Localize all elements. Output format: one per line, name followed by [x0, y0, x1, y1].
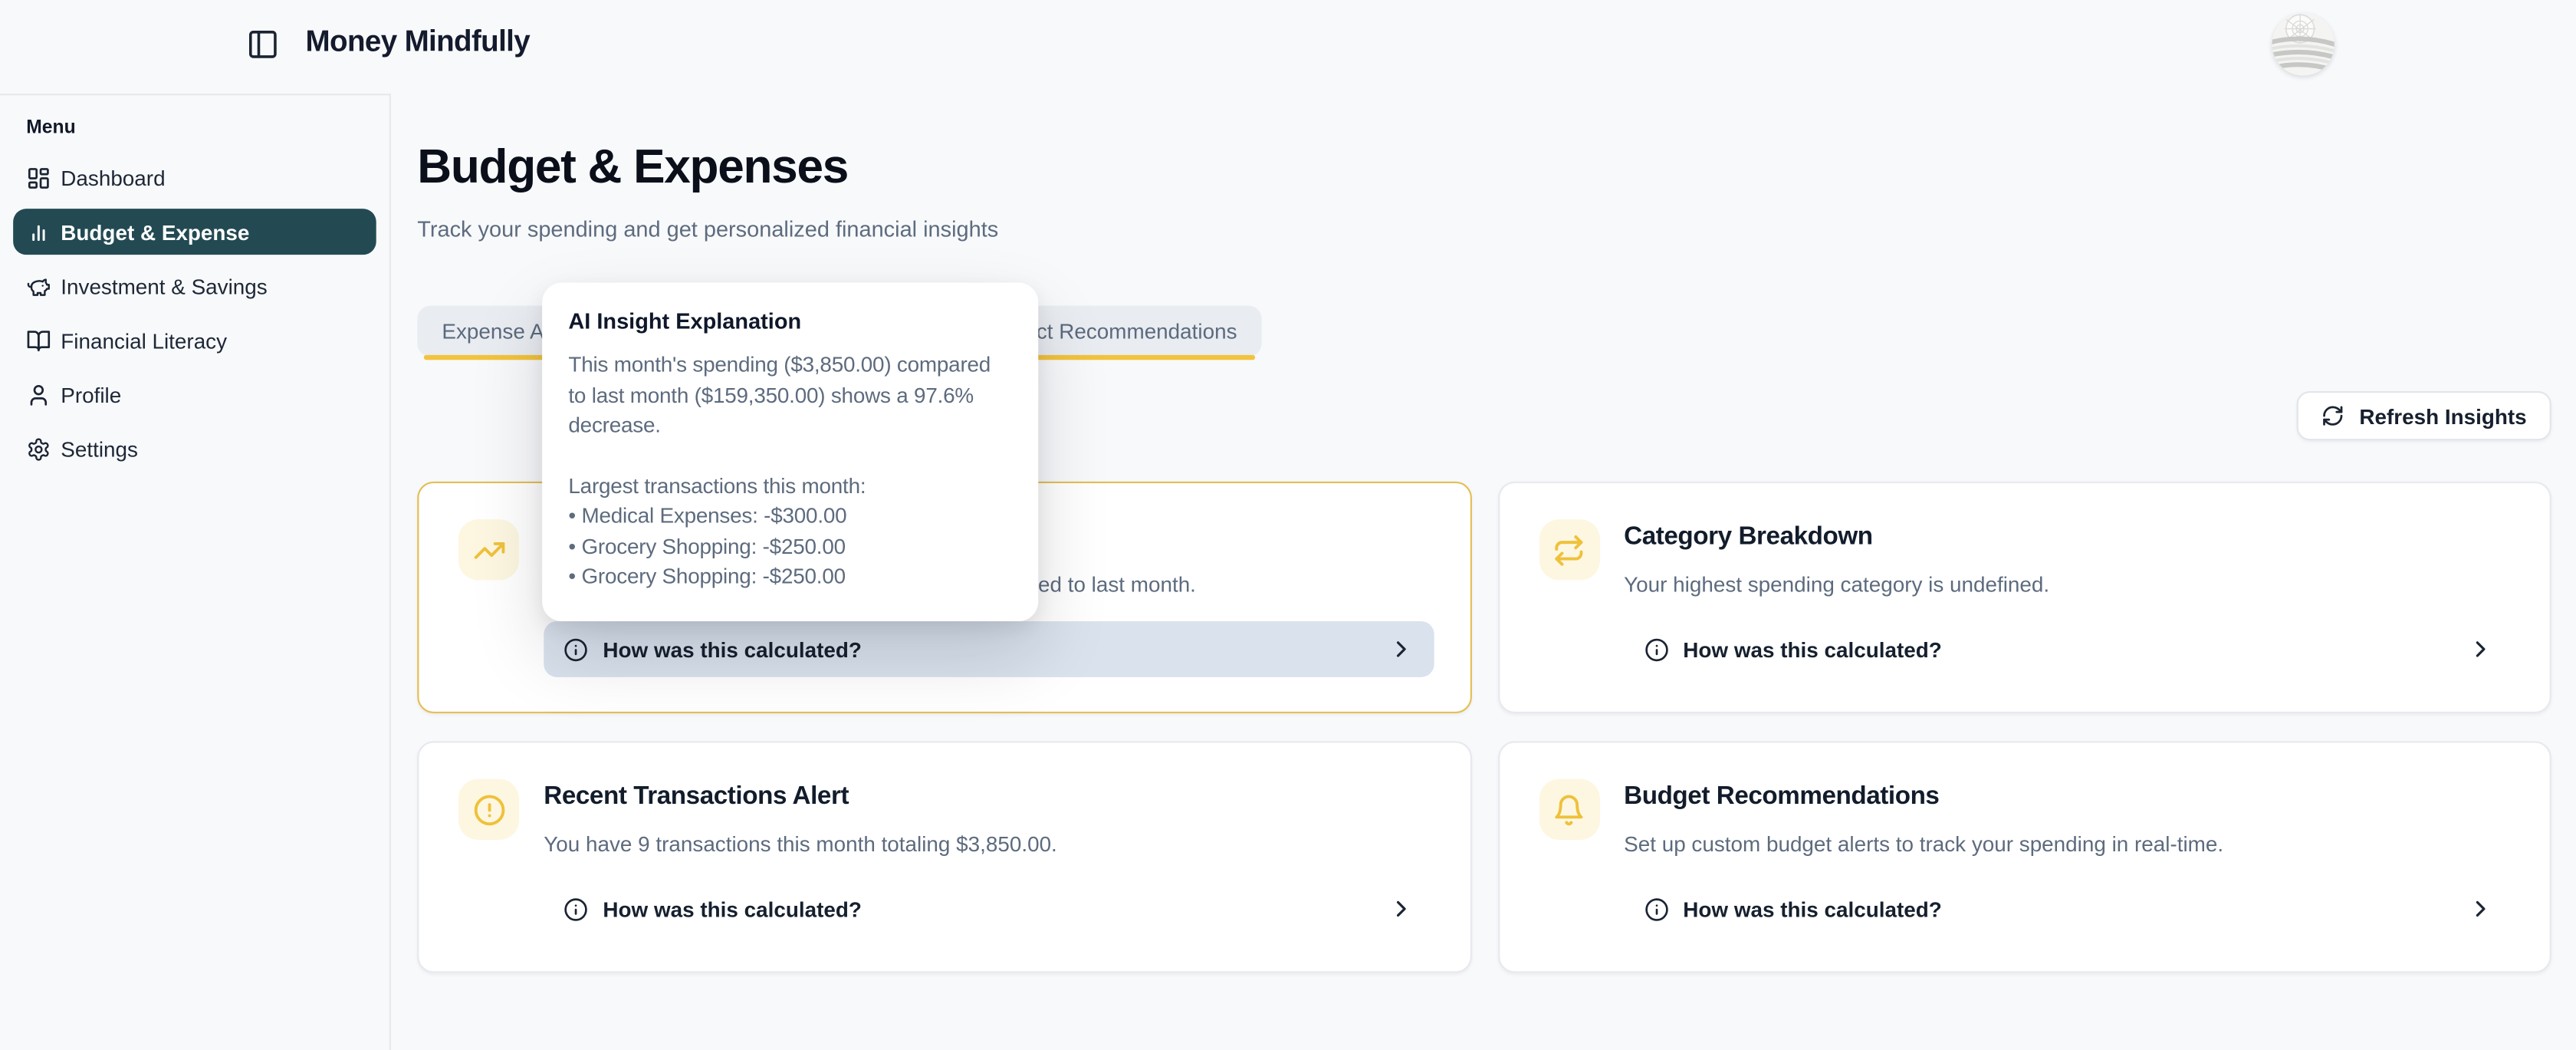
card-body-text: Set up custom budget alerts to track you…: [1624, 830, 2513, 857]
sidebar-item-dashboard[interactable]: Dashboard: [13, 154, 376, 200]
book-open-icon: [26, 328, 51, 352]
sidebar-menu-label: Menu: [26, 118, 376, 138]
how-calculated-label: How was this calculated?: [1683, 637, 1941, 661]
sidebar-item-settings[interactable]: Settings: [13, 426, 376, 472]
bar-chart-icon: [26, 219, 51, 244]
sidebar-item-budget-expense[interactable]: Budget & Expense: [13, 209, 376, 255]
sidebar-item-label: Budget & Expense: [61, 219, 249, 244]
card-recent-transactions-alert: Recent Transactions Alert You have 9 tra…: [417, 741, 1471, 973]
how-calculated-label: How was this calculated?: [1683, 897, 1941, 921]
icon-chip: [458, 519, 519, 580]
info-icon: [1644, 897, 1668, 921]
ai-insight-popup-title: AI Insight Explanation: [568, 308, 1012, 335]
piggy-bank-icon: [26, 274, 51, 298]
card-title: Category Breakdown: [1624, 519, 2513, 554]
sidebar-item-profile[interactable]: Profile: [13, 371, 376, 417]
ai-insight-popup: AI Insight Explanation This month's spen…: [542, 283, 1038, 621]
how-calculated-row[interactable]: How was this calculated?: [544, 621, 1433, 677]
bell-icon: [1552, 793, 1585, 826]
how-calculated-label: How was this calculated?: [603, 897, 861, 921]
ai-insight-list-item: • Grocery Shopping: -$250.00: [568, 532, 1012, 562]
app-title: Money Mindfully: [306, 25, 530, 59]
avatar-image: [2272, 13, 2334, 75]
chevron-right-icon: [2467, 896, 2493, 922]
user-icon: [26, 382, 51, 407]
refresh-insights-button[interactable]: Refresh Insights: [2297, 391, 2551, 440]
top-header: Money Mindfully: [0, 0, 2576, 94]
card-title: Budget Recommendations: [1624, 779, 2513, 814]
alert-circle-icon: [472, 793, 505, 826]
trending-up-icon: [472, 533, 505, 566]
how-calculated-row[interactable]: How was this calculated?: [544, 881, 1433, 937]
panel-left-icon: [246, 28, 279, 61]
how-calculated-row[interactable]: How was this calculated?: [1624, 881, 2513, 937]
ai-insight-transaction-list: Largest transactions this month: • Medic…: [568, 471, 1012, 593]
user-avatar[interactable]: [2272, 13, 2334, 75]
sidebar-toggle-button[interactable]: [246, 28, 279, 61]
repeat-icon: [1552, 533, 1585, 566]
sidebar: Menu Dashboard Budget & Expense: [0, 94, 391, 1050]
ai-insight-list-item: • Grocery Shopping: -$250.00: [568, 562, 1012, 593]
sidebar-item-label: Settings: [61, 436, 138, 461]
ai-insight-paragraph: This month's spending ($3,850.00) compar…: [568, 350, 1012, 441]
info-icon: [564, 637, 588, 661]
how-calculated-label: How was this calculated?: [603, 637, 861, 661]
sidebar-item-label: Financial Literacy: [61, 328, 227, 352]
sidebar-item-label: Dashboard: [61, 165, 165, 189]
ai-insight-list-item: • Medical Expenses: -$300.00: [568, 502, 1012, 532]
chevron-right-icon: [1388, 896, 1414, 922]
chevron-right-icon: [1388, 636, 1414, 662]
sidebar-item-label: Investment & Savings: [61, 274, 267, 298]
card-category-breakdown: Category Breakdown Your highest spending…: [1497, 482, 2551, 713]
page-subtitle: Track your spending and get personalized…: [417, 216, 2551, 243]
card-budget-recommendations: Budget Recommendations Set up custom bud…: [1497, 741, 2551, 973]
card-body-text: You have 9 transactions this month total…: [544, 830, 1433, 857]
refresh-insights-label: Refresh Insights: [2359, 403, 2526, 428]
sidebar-item-label: Profile: [61, 382, 121, 407]
icon-chip: [1539, 779, 1599, 840]
sidebar-item-financial-literacy[interactable]: Financial Literacy: [13, 318, 376, 364]
card-body-text: Your highest spending category is undefi…: [1624, 571, 2513, 598]
card-title: Recent Transactions Alert: [544, 779, 1433, 814]
chevron-right-icon: [2467, 636, 2493, 662]
info-icon: [1644, 637, 1668, 661]
page-title: Budget & Expenses: [417, 137, 2551, 199]
info-icon: [564, 897, 588, 921]
ai-insight-list-header: Largest transactions this month:: [568, 471, 1012, 502]
refresh-icon: [2321, 404, 2344, 427]
how-calculated-row[interactable]: How was this calculated?: [1624, 621, 2513, 677]
icon-chip: [458, 779, 519, 840]
gear-icon: [26, 436, 51, 461]
app-window: Money Mindfully: [0, 0, 2576, 1050]
icon-chip: [1539, 519, 1599, 580]
sidebar-item-investment-savings[interactable]: Investment & Savings: [13, 263, 376, 309]
dashboard-grid-icon: [26, 165, 51, 189]
